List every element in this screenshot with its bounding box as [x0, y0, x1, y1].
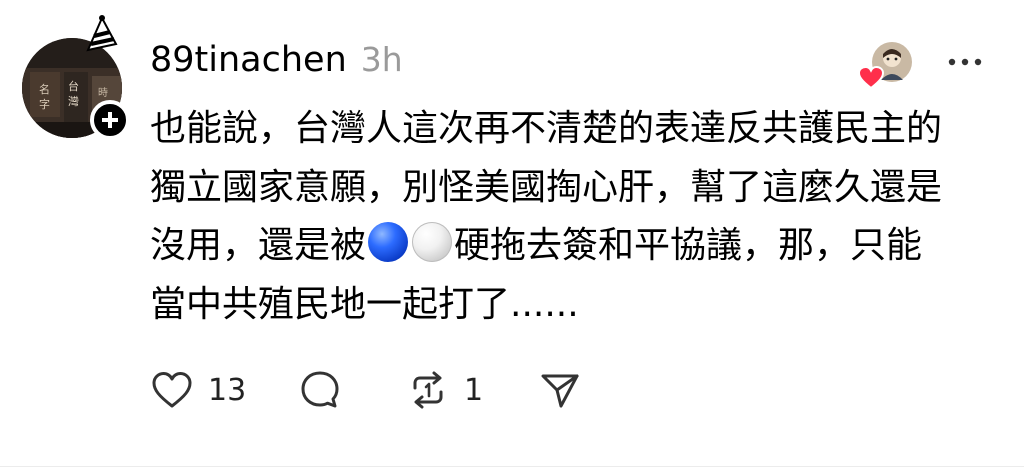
repost-button[interactable]: 1 — [406, 365, 483, 415]
author-avatar-container: 名 字 台 灣 時 — [22, 15, 130, 140]
post-text-segment: 獨立國家意願，別怪美國掏心肝，幫了這麼久還是 — [150, 166, 943, 208]
like-count: 13 — [208, 372, 247, 408]
comment-button[interactable] — [298, 365, 342, 415]
heart-icon — [152, 372, 192, 408]
more-options-button[interactable] — [940, 44, 990, 80]
svg-text:時: 時 — [98, 87, 108, 99]
post-text-segment: 當中共殖民地一起打了...... — [150, 283, 579, 325]
send-icon — [541, 374, 579, 408]
timestamp[interactable]: 3h — [361, 40, 403, 79]
post-line-2: 獨立國家意願，別怪美國掏心肝，幫了這麼久還是 — [150, 159, 1010, 218]
username[interactable]: 89tinachen — [150, 40, 347, 80]
post-text: 也能說，台灣人這次再不清楚的表達反共護民主的 獨立國家意願，別怪美國掏心肝，幫了… — [150, 100, 1010, 334]
follow-button[interactable] — [90, 100, 130, 140]
red-heart-icon — [858, 66, 884, 90]
post-line-3: 沒用，還是被 硬拖去簽和平協議，那，只能 — [150, 217, 1010, 276]
share-button[interactable] — [538, 365, 582, 415]
liked-by-avatar[interactable] — [858, 40, 914, 90]
like-button[interactable]: 13 — [150, 365, 246, 415]
post-text-segment: 硬拖去簽和平協議，那，只能 — [454, 225, 923, 266]
post-header: 89tinachen 3h — [150, 40, 403, 80]
svg-text:名: 名 — [39, 82, 50, 96]
post-line-1: 也能說，台灣人這次再不清楚的表達反共護民主的 — [150, 100, 1010, 159]
divider — [0, 466, 1024, 467]
blue-ball-emoji — [368, 222, 409, 262]
svg-text:灣: 灣 — [68, 95, 79, 108]
post-text-segment: 沒用，還是被 — [150, 225, 367, 266]
svg-text:字: 字 — [39, 97, 50, 111]
white-ball-emoji — [412, 222, 453, 262]
plus-icon — [102, 112, 118, 128]
post-line-4: 當中共殖民地一起打了...... — [150, 276, 1010, 335]
repost-count: 1 — [464, 372, 484, 408]
party-hat-icon — [86, 15, 118, 52]
repost-icon — [413, 371, 443, 409]
comment-icon — [301, 371, 339, 408]
svg-text:台: 台 — [68, 79, 79, 93]
more-icon — [948, 58, 982, 66]
post-text-segment: 也能說，台灣人這次再不清楚的表達反共護民主的 — [150, 108, 943, 149]
